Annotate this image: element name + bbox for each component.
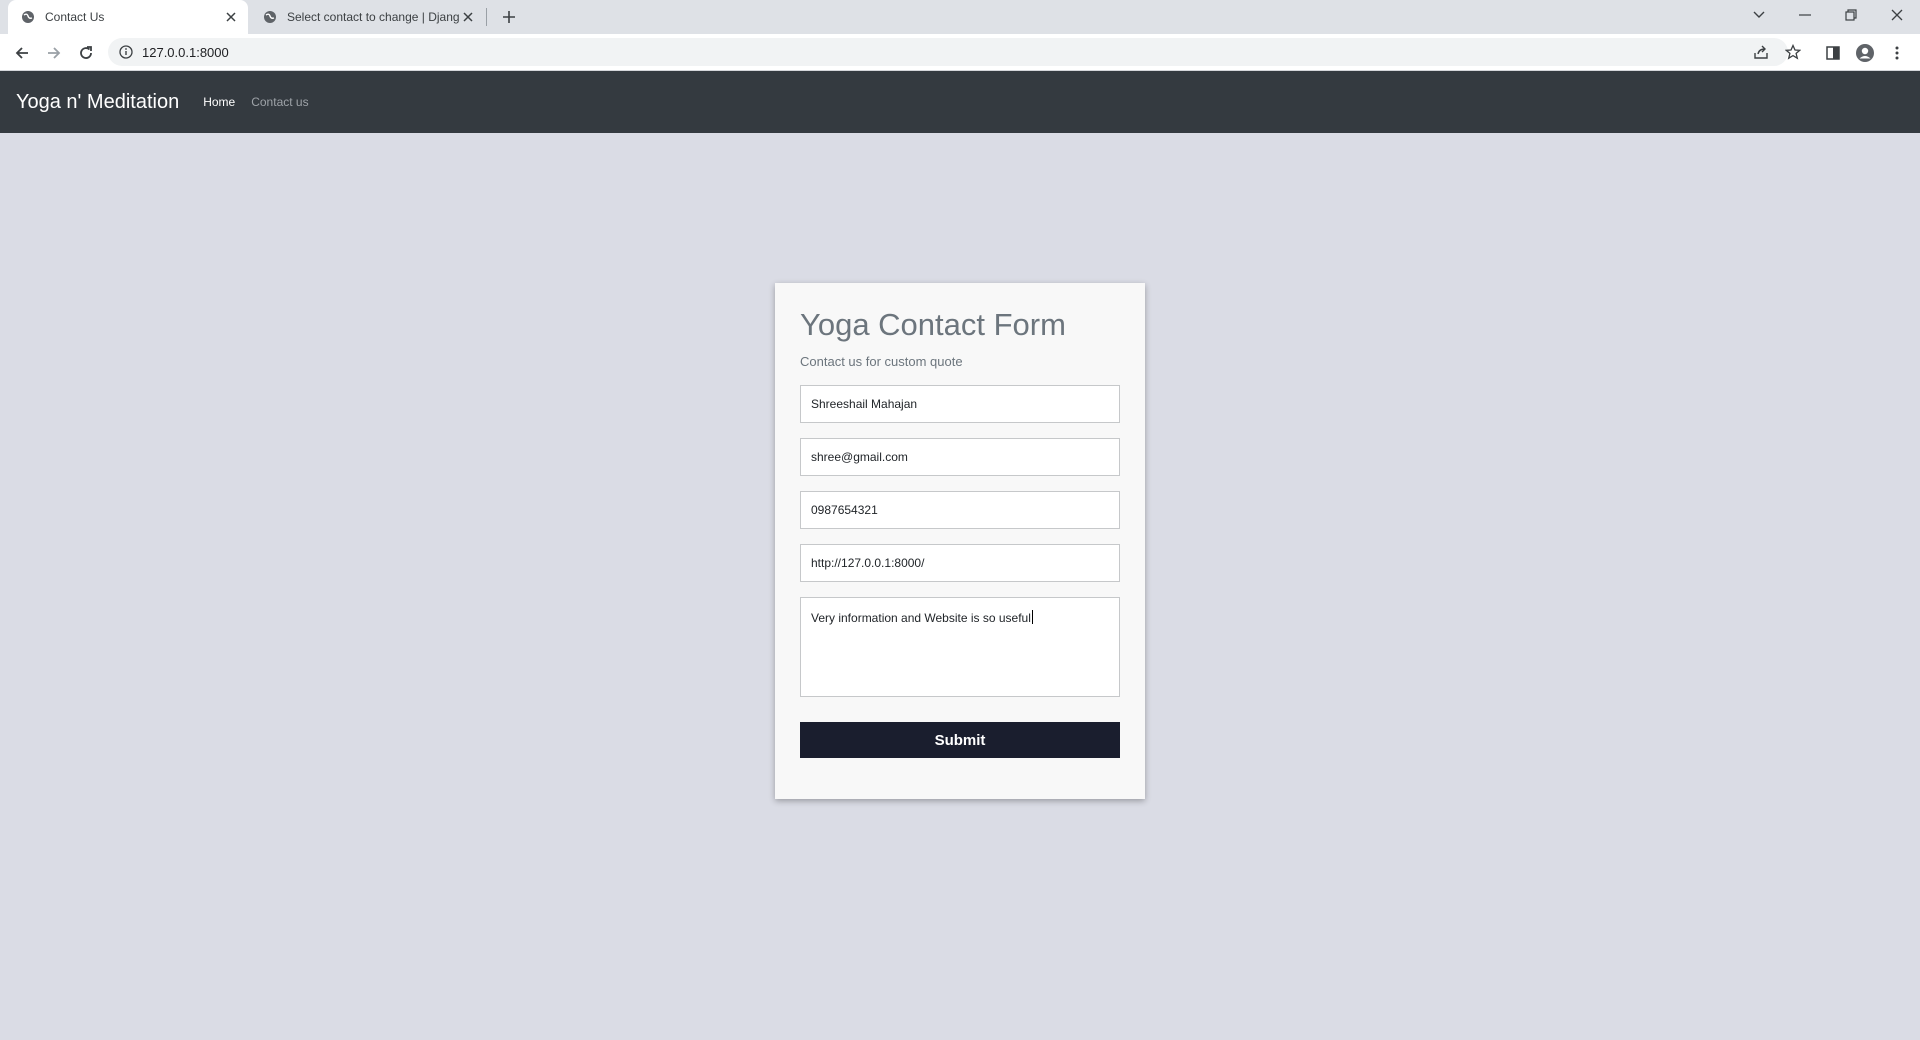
reload-icon[interactable] [73, 40, 99, 66]
kebab-menu-icon[interactable] [1884, 40, 1910, 66]
nav-link-home[interactable]: Home [203, 95, 235, 109]
name-input-value: Shreeshail Mahajan [811, 397, 918, 411]
form-title: Yoga Contact Form [800, 307, 1066, 342]
restore-icon[interactable] [1828, 0, 1874, 30]
message-textarea[interactable]: Very information and Website is so usefu… [800, 597, 1120, 697]
browser-toolbar: 127.0.0.1:8000 [0, 34, 1920, 71]
close-icon[interactable] [459, 8, 477, 26]
info-icon[interactable] [112, 38, 140, 66]
share-icon[interactable] [1748, 39, 1774, 65]
star-icon[interactable] [1780, 39, 1806, 65]
tab-separator [486, 8, 487, 26]
website-input-value: http://127.0.0.1:8000/ [811, 556, 925, 570]
phone-input[interactable]: 0987654321 [800, 491, 1120, 529]
forward-arrow-icon[interactable] [41, 40, 67, 66]
url-text: 127.0.0.1:8000 [142, 44, 229, 60]
side-panel-icon[interactable] [1820, 40, 1846, 66]
brand-link[interactable]: Yoga n' Meditation [16, 91, 179, 114]
message-textarea-value: Very information and Website is so usefu… [811, 611, 1031, 625]
email-input[interactable]: shree@gmail.com [800, 438, 1120, 476]
close-icon[interactable] [222, 8, 240, 26]
address-bar[interactable]: 127.0.0.1:8000 [108, 38, 1788, 66]
site-navbar: Yoga n' Meditation Home Contact us [0, 71, 1920, 133]
website-input[interactable]: http://127.0.0.1:8000/ [800, 544, 1120, 582]
tab-strip: Contact Us Select contact to change | Dj… [0, 0, 1920, 34]
plus-icon[interactable] [498, 6, 520, 28]
phone-input-value: 0987654321 [811, 503, 878, 517]
back-arrow-icon[interactable] [9, 40, 35, 66]
name-input[interactable]: Shreeshail Mahajan [800, 385, 1120, 423]
submit-button[interactable]: Submit [800, 722, 1120, 758]
globe-icon [262, 9, 278, 25]
email-input-value: shree@gmail.com [811, 450, 908, 464]
tab-title: Select contact to change | Django [287, 10, 459, 24]
contact-form-card: Yoga Contact Form Contact us for custom … [775, 283, 1145, 799]
tab-title: Contact Us [45, 10, 105, 24]
tab-contact-us[interactable]: Contact Us [8, 0, 248, 34]
profile-icon[interactable] [1852, 40, 1878, 66]
globe-icon [20, 9, 36, 25]
form-subtitle: Contact us for custom quote [800, 354, 963, 369]
tab-django-admin[interactable]: Select contact to change | Django [250, 0, 485, 34]
minimize-icon[interactable] [1782, 0, 1828, 30]
close-icon[interactable] [1874, 0, 1920, 30]
chevron-down-icon[interactable] [1736, 0, 1782, 30]
text-caret [1031, 610, 1033, 624]
nav-link-contact-us[interactable]: Contact us [251, 95, 308, 109]
